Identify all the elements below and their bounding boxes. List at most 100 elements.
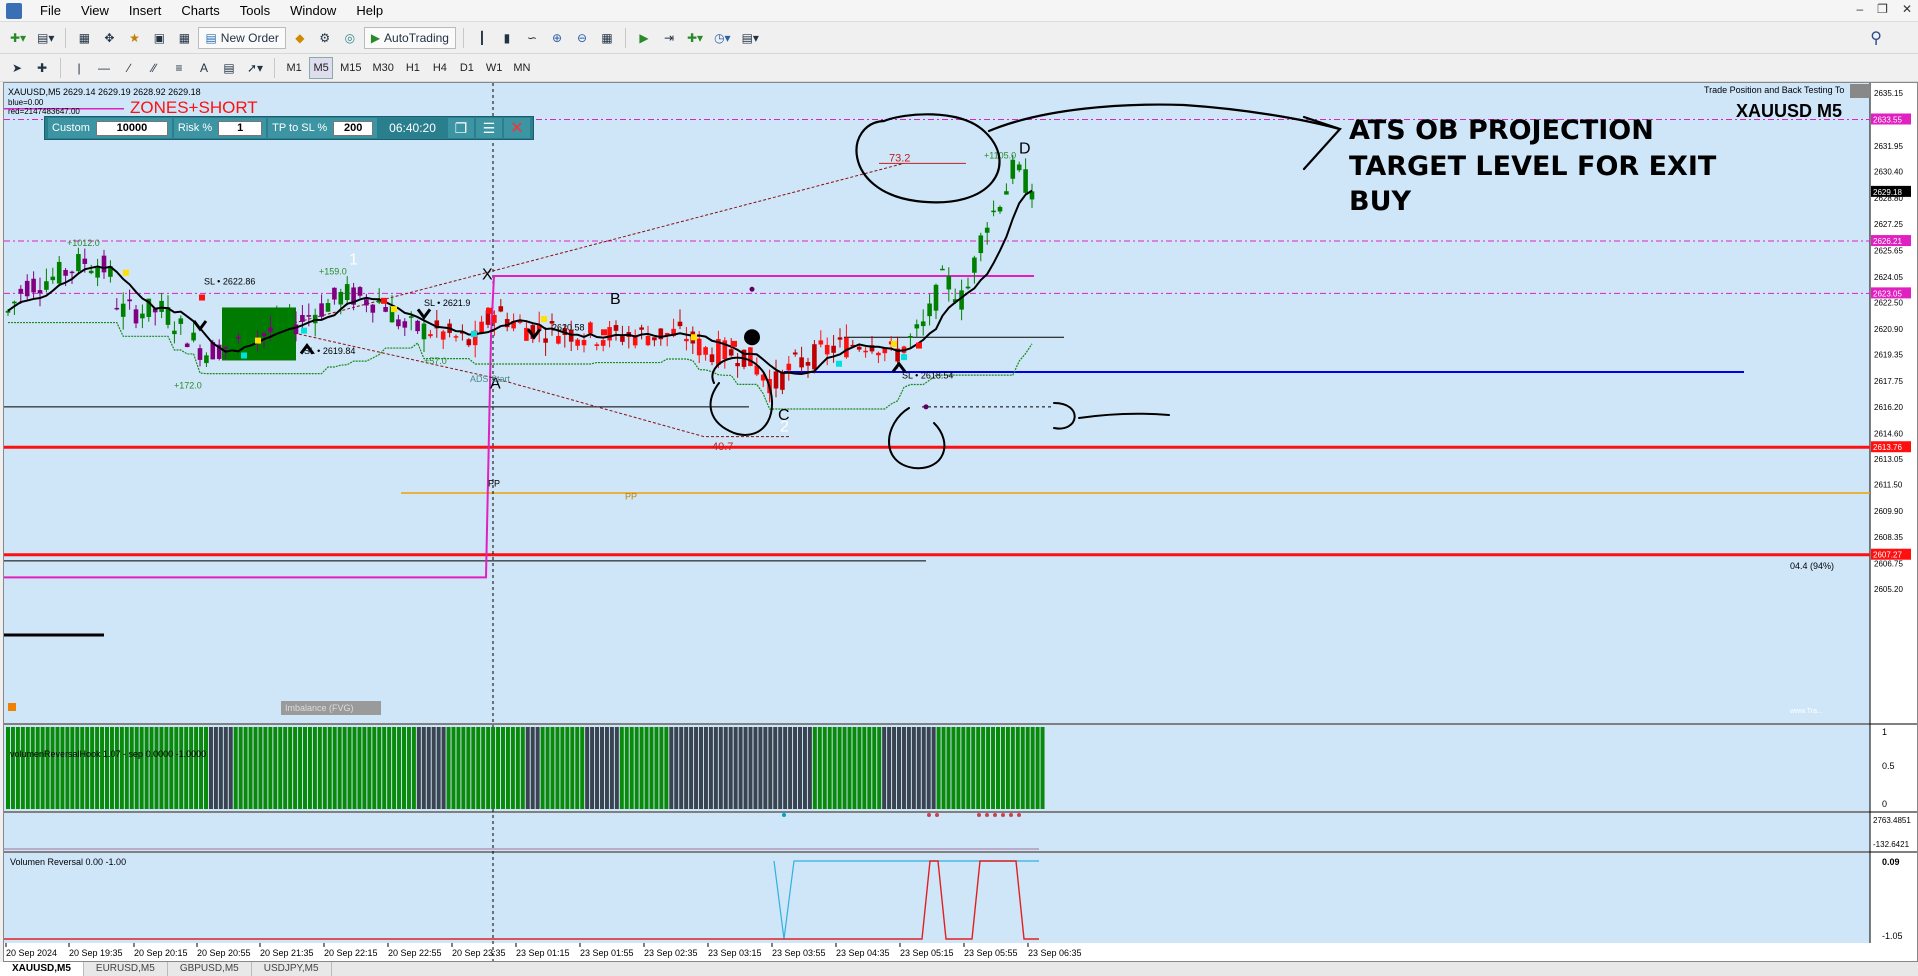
zoom-out-icon[interactable]: ⊖ [571,27,593,49]
tf-w1[interactable]: W1 [482,57,507,79]
risk-input[interactable] [218,120,263,136]
candle-body [396,319,401,327]
hook-dot [1017,813,1021,817]
menu-file[interactable]: File [30,0,71,22]
time-axis-label: 20 Sep 20:55 [197,948,251,958]
tile-windows-icon[interactable]: ▦ [596,27,618,49]
fibonacci-icon[interactable]: ≡ [168,57,190,79]
candle-body [229,338,235,346]
menu-icon[interactable]: ☰ [475,118,502,138]
close-icon[interactable]: ✕ [1902,2,1912,16]
volume-bar [337,727,342,809]
close-panel-icon[interactable]: ✕ [503,118,530,138]
indicators-icon[interactable]: ✚▾ [683,27,707,49]
volume-bar [802,727,807,809]
auto-scroll-icon[interactable]: ▶ [633,27,655,49]
volume-bar [100,727,105,809]
autotrading-button[interactable]: ▶ AutoTrading [363,26,456,49]
chart-window[interactable]: +1012.0 SL • 2622.86 SL • 2619.84 SL • 2621… [3,82,1918,962]
candlestick-icon[interactable]: ▮ [496,27,518,49]
line-chart-icon[interactable]: ∽ [521,27,543,49]
volume-bar [392,727,397,809]
volume-bar [812,727,817,809]
signals-icon[interactable]: ◎ [339,27,361,49]
price-chart[interactable]: +1012.0 SL • 2622.86 SL • 2619.84 SL • 2621… [4,83,1917,961]
tester-icon[interactable]: ▦ [173,27,195,49]
volume-bar [109,727,114,809]
menu-tools[interactable]: Tools [230,0,280,22]
chart-shift-icon[interactable]: ⇥ [658,27,680,49]
tf-h4[interactable]: H4 [428,57,452,79]
volume-bar [728,727,733,809]
options-icon[interactable]: ⚙ [314,27,336,49]
copy-icon[interactable]: ❐ [447,118,474,138]
vertical-line-icon[interactable]: | [68,57,90,79]
candle-body [159,300,164,312]
terminal-icon[interactable]: ▣ [148,27,170,49]
horizontal-line-icon[interactable]: — [93,57,115,79]
hook-dot [782,813,786,817]
price-scale-label: 2605.20 [1874,585,1903,594]
new-chart-icon[interactable]: ✚▾ [6,27,30,49]
volume-bar [119,727,124,809]
menu-insert[interactable]: Insert [119,0,172,22]
tp-input[interactable] [333,120,374,136]
templates-icon[interactable]: ▤▾ [738,27,763,49]
periods-icon[interactable]: ◷▾ [710,27,735,49]
volume-bar [565,727,570,809]
volume-bar [342,727,347,809]
tf-d1[interactable]: D1 [455,57,479,79]
volume-bar [179,727,184,809]
mode-value-input[interactable] [95,120,168,136]
tf-m15[interactable]: M15 [336,57,365,79]
tf-m1[interactable]: M1 [282,57,306,79]
volume-bar [897,727,901,809]
trendline-icon[interactable]: ∕ [118,57,140,79]
tf-m30[interactable]: M30 [368,57,397,79]
search-icon[interactable]: ⚲ [1870,28,1882,48]
menu-window[interactable]: Window [280,0,346,22]
menu-view[interactable]: View [71,0,119,22]
volume-bar [347,727,352,809]
label-icon[interactable]: ▤ [218,57,240,79]
market-watch-icon[interactable]: ▦ [73,27,95,49]
channel-icon[interactable]: ∕∕ [143,57,165,79]
menu-charts[interactable]: Charts [171,0,229,22]
tab-xauusd[interactable]: XAUUSD,M5 [0,962,84,976]
arrows-icon[interactable]: ➚▾ [243,57,267,79]
volume-bar [283,727,288,809]
menu-help[interactable]: Help [346,0,393,22]
candle-body [133,309,139,324]
cursor-icon[interactable]: ➤ [6,57,28,79]
bar-chart-icon[interactable]: ┃ [471,27,493,49]
restore-icon[interactable]: ❐ [1877,2,1888,16]
tab-usdjpy[interactable]: USDJPY,M5 [252,962,332,976]
navigator-icon[interactable]: ★ [123,27,145,49]
profiles-icon[interactable]: ▤▾ [33,27,58,49]
candle-body [863,350,868,353]
metaeditor-icon[interactable]: ◆ [289,27,311,49]
volume-bar [446,727,451,809]
volume-bar [941,727,946,809]
crosshair-icon[interactable]: ✚ [31,57,53,79]
volume-bar [124,727,129,809]
mode-label[interactable]: Custom [52,122,90,134]
data-window-icon[interactable]: ✥ [98,27,120,49]
tab-gbpusd[interactable]: GBPUSD,M5 [168,962,252,976]
volume-bar [1005,727,1010,809]
volume-bar [372,727,377,809]
tf-h1[interactable]: H1 [401,57,425,79]
new-order-button[interactable]: ▤ New Order [198,26,286,49]
volume-bar [649,727,654,809]
tf-mn[interactable]: MN [509,57,534,79]
tf-m5[interactable]: M5 [309,56,334,79]
volume-bar [129,727,134,809]
candle-body [492,314,497,323]
signal-dot [391,306,397,313]
tab-eurusd[interactable]: EURUSD,M5 [84,962,168,976]
text-icon[interactable]: A [193,57,215,79]
volume-bar [322,727,327,809]
zoom-in-icon[interactable]: ⊕ [546,27,568,49]
minimize-icon[interactable]: – [1856,2,1863,16]
volume-bar [159,727,164,809]
